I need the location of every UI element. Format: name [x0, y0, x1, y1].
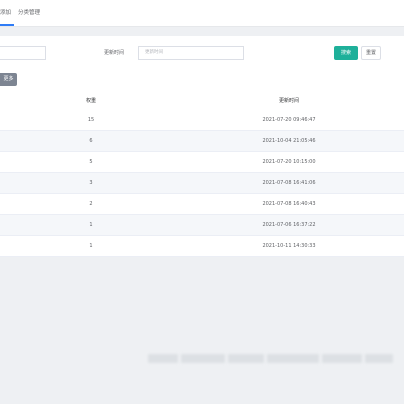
watermark-block	[228, 353, 264, 363]
table-row[interactable]: 6 2021-10-04 21:05:46	[0, 131, 404, 152]
more-button[interactable]: 更多	[0, 73, 17, 86]
cell-updated-time: 2021-10-11 14:30:33	[262, 243, 316, 249]
cell-weight: 3	[89, 180, 93, 186]
watermark-block	[148, 353, 178, 363]
blurred-watermark	[148, 346, 396, 370]
table-row[interactable]: 5 2021-07-20 10:15:00	[0, 152, 404, 173]
cell-weight: 1	[89, 222, 93, 228]
column-header-updated-time[interactable]: 更新时间	[234, 93, 344, 110]
reset-button[interactable]: 重置	[361, 46, 381, 60]
column-header-weight[interactable]: 权重	[60, 93, 122, 110]
cell-weight: 5	[89, 159, 93, 165]
cell-weight: 1	[89, 243, 93, 249]
cell-updated-time: 2021-07-08 16:41:06	[262, 180, 316, 186]
update-time-label: 更新时间	[104, 50, 125, 56]
table-row[interactable]: 3 2021-07-08 16:41:06	[0, 173, 404, 194]
tab-bar: 添加 分类管理	[0, 0, 404, 27]
cell-updated-time: 2021-07-20 10:15:00	[262, 159, 316, 165]
watermark-block	[267, 353, 319, 363]
table-row[interactable]: 1 2021-10-11 14:30:33	[0, 236, 404, 257]
active-tab-indicator	[0, 24, 14, 26]
cell-updated-time: 2021-10-04 21:05:46	[262, 138, 316, 144]
cell-weight: 2	[89, 201, 93, 207]
cell-weight: 6	[89, 138, 93, 144]
table-row[interactable]: 15 2021-07-20 09:46:47	[0, 110, 404, 131]
update-time-date-picker[interactable]: 更新时间	[138, 46, 244, 60]
tab-category-management[interactable]: 分类管理	[18, 0, 52, 26]
watermark-block	[322, 353, 362, 363]
keyword-input[interactable]	[0, 46, 46, 60]
tab-active[interactable]: 添加	[0, 0, 14, 26]
watermark-block	[181, 353, 225, 363]
cell-weight: 15	[87, 117, 95, 123]
cell-updated-time: 2021-07-08 16:40:43	[262, 201, 316, 207]
search-button[interactable]: 搜索	[334, 46, 358, 60]
table-header: 权重 更新时间	[0, 93, 404, 111]
table-row[interactable]: 2 2021-07-08 16:40:43	[0, 194, 404, 215]
watermark-block	[365, 353, 393, 363]
cell-updated-time: 2021-07-06 16:37:22	[262, 222, 316, 228]
cell-updated-time: 2021-07-20 09:46:47	[262, 117, 316, 123]
table-row[interactable]: 1 2021-07-06 16:37:22	[0, 215, 404, 236]
